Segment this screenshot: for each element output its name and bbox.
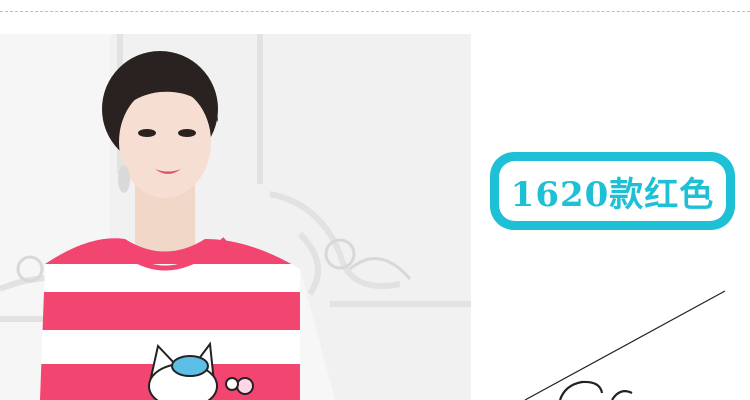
variant-label: 1620款红色 — [510, 174, 715, 215]
badge-inner: 1620款红色 — [499, 161, 726, 221]
decorative-sketch-lines — [524, 290, 726, 400]
product-photo — [0, 34, 471, 400]
dashed-divider — [0, 11, 750, 12]
product-variant-badge: 1620款红色 — [490, 152, 735, 230]
